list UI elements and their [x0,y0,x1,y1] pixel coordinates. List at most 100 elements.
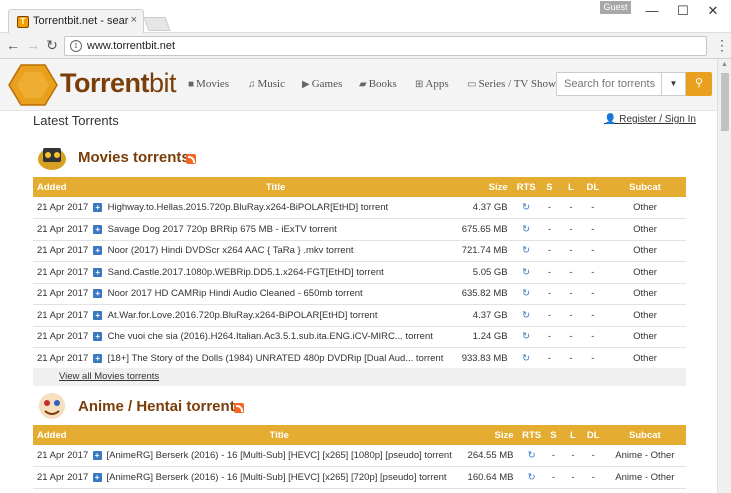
logo-hexagon-icon[interactable] [8,63,58,107]
torrent-title-link[interactable]: Savage Dog 2017 720p BRRip 675 MB - iExT… [105,218,444,241]
col-title[interactable]: Title [105,177,444,197]
expand-button[interactable]: + [89,261,106,284]
menu-series[interactable]: ▭ Series / TV Shows [467,78,560,90]
torrent-title-link[interactable]: [AnimeRG] Berserk (2016) - 16 [Multi-Sub… [104,445,452,467]
music-icon: ♫ [248,79,256,90]
site-logo[interactable]: Torrentbit [60,68,177,99]
browser-menu-icon[interactable]: ⋮ [715,37,729,54]
refresh-icon[interactable]: ↻ [513,304,539,327]
register-link[interactable]: 👤 Register / Sign In [604,114,696,125]
torrent-title-link[interactable]: At.War.for.Love.2016.720p.BluRay.x264-Bi… [105,304,444,327]
leechers: - [560,304,582,327]
downloads: - [581,347,605,370]
col-title[interactable]: Title [104,425,452,445]
col-s[interactable]: S [543,425,564,445]
table-row: 21 Apr 2017 + [18+] The Story of the Dolls… [33,347,686,370]
back-icon[interactable]: ← [4,37,22,53]
tab-close-icon[interactable]: × [131,14,137,26]
menu-books[interactable]: ▰ Books [359,78,397,90]
col-s[interactable]: S [538,177,561,197]
seeders: - [543,466,564,489]
search-button[interactable]: ⚲ [686,72,712,96]
forward-icon[interactable]: → [24,37,42,53]
search-category-dropdown[interactable]: ▼ [662,72,686,96]
info-icon[interactable]: i [70,40,82,52]
col-dl[interactable]: DL [582,425,604,445]
expand-button[interactable]: + [89,218,106,241]
rss-icon[interactable] [186,154,196,164]
subcategory: Other [604,326,686,348]
expand-button[interactable]: + [89,304,106,327]
col-l[interactable]: L [560,177,582,197]
torrent-title-link[interactable]: Sand.Castle.2017.1080p.WEBRip.DD5.1.x264… [105,261,444,284]
scrollbar-thumb[interactable] [721,73,729,131]
refresh-icon[interactable]: ↻ [519,466,544,489]
seeders: - [538,240,561,262]
movies-section-title[interactable]: Movies torrents [78,149,190,166]
close-window-icon[interactable]: ✕ [703,3,723,19]
search-input[interactable] [557,73,661,95]
col-subcat[interactable]: Subcat [604,177,686,197]
added-date: 21 Apr 2017 [33,466,90,489]
rss-icon[interactable] [234,403,244,413]
tab-title: Torrentbit.net - search to [33,15,129,27]
col-dl[interactable]: DL [581,177,605,197]
col-subcat[interactable]: Subcat [603,425,686,445]
plus-icon: + [93,267,103,277]
torrent-title-link[interactable]: Noor 2017 HD CAMRip Hindi Audio Cleaned … [105,283,444,305]
reload-icon[interactable]: ↻ [43,37,61,54]
anime-section-title[interactable]: Anime / Hentai torrents [78,398,243,415]
view-all-movies-link[interactable]: View all Movies torrents [59,371,159,382]
col-added[interactable]: Added [33,177,90,197]
torrent-size: 4.37 GB [443,304,514,327]
guest-badge[interactable]: Guest [600,1,631,14]
menu-apps[interactable]: ⊞ Apps [415,78,449,90]
search-field[interactable] [556,72,662,96]
refresh-icon[interactable]: ↻ [513,347,539,370]
scroll-up-icon[interactable]: ▲ [721,61,728,68]
expand-button[interactable]: + [89,347,106,370]
refresh-icon[interactable]: ↻ [513,283,539,305]
col-added[interactable]: Added [33,425,90,445]
refresh-icon[interactable]: ↻ [519,445,544,467]
refresh-icon[interactable]: ↻ [513,197,539,219]
new-tab-button[interactable] [143,17,171,31]
torrent-title-link[interactable]: Highway.to.Hellas.2015.720p.BluRay.x264-… [105,197,444,219]
torrent-size: 721.74 MB [443,240,514,262]
expand-button[interactable]: + [89,466,105,489]
torrent-title-link[interactable]: [AnimeRG] Berserk (2016) - 16 [Multi-Sub… [104,466,452,489]
expand-button[interactable]: + [89,445,105,467]
col-size[interactable]: Size [451,425,520,445]
address-bar: ← → ↻ i www.torrentbit.net ⋮ [0,33,731,59]
col-l[interactable]: L [563,425,583,445]
seeders: - [538,326,561,348]
book-icon: ▰ [359,79,367,90]
table-header-row: Added Title Size RTS S L DL Subcat [33,425,686,445]
maximize-icon[interactable]: ☐ [673,3,693,19]
expand-button[interactable]: + [89,240,106,262]
col-size[interactable]: Size [443,177,514,197]
torrent-title-link[interactable]: Noor (2017) Hindi DVDScr x264 AAC { TaRa… [105,240,444,262]
browser-tab[interactable]: T Torrentbit.net - search to × [8,9,144,33]
expand-button[interactable]: + [89,326,106,348]
torrent-size: 264.55 MB [451,445,520,467]
refresh-icon[interactable]: ↻ [513,326,539,348]
refresh-icon[interactable]: ↻ [513,261,539,284]
refresh-icon[interactable]: ↻ [513,218,539,241]
url-field[interactable]: i www.torrentbit.net [64,36,707,56]
col-rts[interactable]: RTS [513,177,539,197]
refresh-icon[interactable]: ↻ [513,240,539,262]
torrent-title-link[interactable]: [18+] The Story of the Dolls (1984) UNRA… [105,347,444,370]
table-row: 21 Apr 2017 + [AnimeRG] Berserk (2016) - 1… [33,445,686,467]
expand-button[interactable]: + [89,197,106,219]
added-date: 21 Apr 2017 [33,197,90,219]
menu-movies[interactable]: ■ Movies [188,78,229,90]
col-rts[interactable]: RTS [519,425,544,445]
menu-games[interactable]: ▶ Games [302,78,342,90]
menu-music[interactable]: ♫ Music [248,78,285,90]
expand-button[interactable]: + [89,283,106,305]
scrollbar[interactable]: ▲ [717,59,731,493]
anime-table: Added Title Size RTS S L DL Subcat 21 Ap… [33,425,686,489]
minimize-icon[interactable]: — [642,3,662,18]
torrent-title-link[interactable]: Che vuoi che sia (2016).H264.Italian.Ac3… [105,326,444,348]
